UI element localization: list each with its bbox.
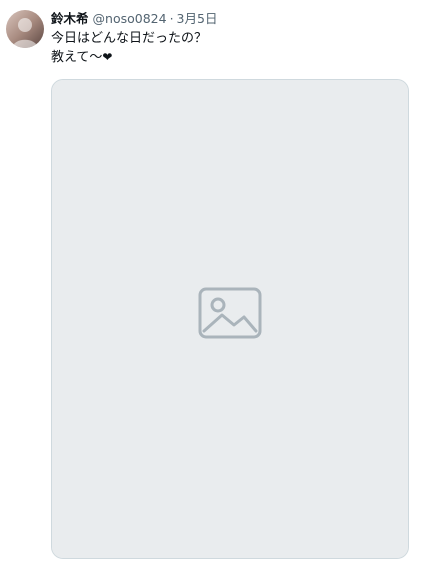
avatar-placeholder-icon [12, 18, 38, 48]
tweet-date[interactable]: 3月5日 [177, 10, 218, 28]
image-placeholder-icon [52, 80, 408, 558]
tweet-text-line-1: 今日はどんな日だったの？ [51, 31, 208, 46]
tweet-text-line-2: 教えて〜❤ [51, 48, 421, 67]
tweet[interactable]: 鈴木希 @noso0824 · 3月5日 今日はどんな日だったの？ 教えて〜❤ [0, 0, 438, 563]
avatar[interactable] [6, 10, 44, 48]
display-name[interactable]: 鈴木希 [51, 10, 89, 28]
heart-icon: ❤ [102, 50, 113, 64]
separator: · [169, 11, 174, 26]
tweet-text: 今日はどんな日だったの？ 教えて〜❤ [51, 30, 421, 67]
user-handle[interactable]: @noso0824 [93, 10, 167, 28]
tweet-text-line-2-text: 教えて〜 [51, 50, 103, 65]
tweet-media[interactable] [51, 79, 409, 559]
tweet-header: 鈴木希 @noso0824 · 3月5日 [51, 10, 217, 28]
